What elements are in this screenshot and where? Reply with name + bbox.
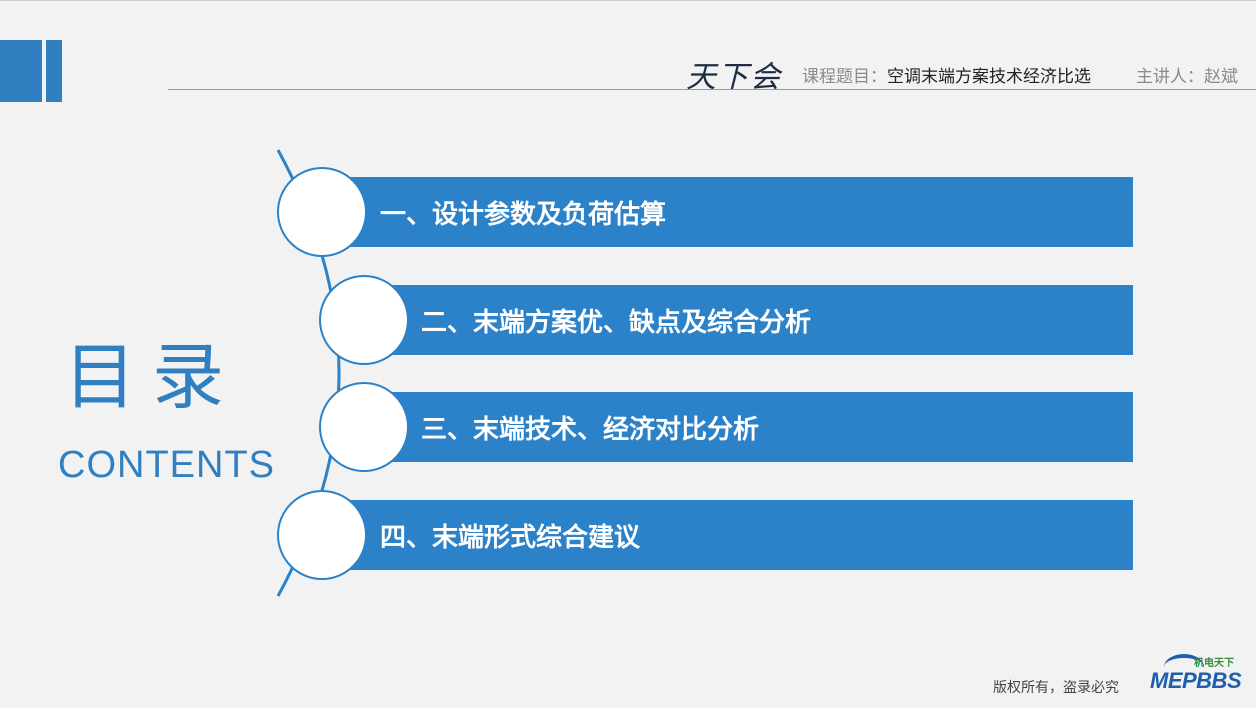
item-marker-circle <box>319 275 409 365</box>
header-course: 课程题目：空调末端方案技术经济比选 <box>802 62 1091 87</box>
header-rule <box>168 89 1256 90</box>
slide: 天下会 课程题目：空调末端方案技术经济比选 主讲人：赵斌 目录 CONTENTS… <box>0 0 1256 708</box>
corner-accent-block <box>0 40 62 102</box>
contents-item-label: 三、末端技术、经济对比分析 <box>421 414 760 445</box>
contents-item-2[interactable]: 二、末端方案优、缺点及综合分析 <box>364 285 1133 355</box>
presenter-name: 赵斌 <box>1204 67 1238 87</box>
contents-item-4[interactable]: 四、末端形式综合建议 <box>322 500 1133 570</box>
presenter-label: 主讲人： <box>1136 67 1204 87</box>
item-marker-circle <box>277 167 367 257</box>
page-title: 目录 <box>64 335 241 419</box>
contents-item-1[interactable]: 一、设计参数及负荷估算 <box>322 177 1133 247</box>
contents-item-3[interactable]: 三、末端技术、经济对比分析 <box>364 392 1133 462</box>
course-label: 课程题目： <box>802 67 887 87</box>
course-title: 空调末端方案技术经济比选 <box>887 67 1091 87</box>
brand-logo: 机电天下 MEPBBS <box>1148 652 1252 700</box>
item-marker-circle <box>319 382 409 472</box>
header-presenter: 主讲人：赵斌 <box>1136 62 1238 87</box>
brand-name: MEPBBS <box>1150 668 1242 693</box>
top-divider <box>0 0 1256 1</box>
corner-accent-split <box>42 40 46 102</box>
copyright-notice: 版权所有，盗录必究 <box>993 680 1119 696</box>
brand-subtitle: 机电天下 <box>1194 658 1234 669</box>
item-marker-circle <box>277 490 367 580</box>
contents-item-label: 四、末端形式综合建议 <box>380 522 641 553</box>
contents-item-label: 一、设计参数及负荷估算 <box>380 199 667 230</box>
contents-item-label: 二、末端方案优、缺点及综合分析 <box>421 307 812 338</box>
page-subtitle: CONTENTS <box>58 444 275 486</box>
